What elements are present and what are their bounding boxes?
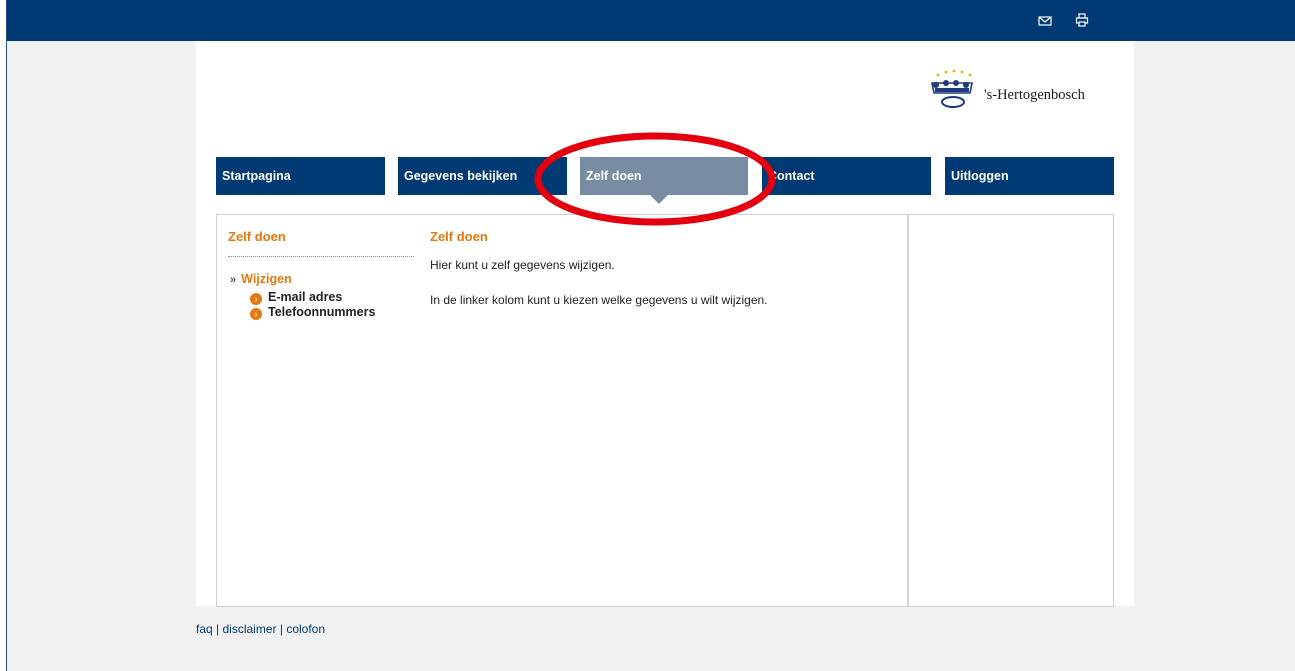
active-tab-pointer bbox=[650, 195, 668, 204]
sidebar-group-wijzigen[interactable]: » Wijzigen bbox=[230, 272, 292, 286]
top-bar bbox=[7, 0, 1295, 41]
chevron-right-icon: › bbox=[250, 308, 262, 320]
footer-link-faq[interactable]: faq bbox=[196, 622, 213, 636]
mail-icon[interactable] bbox=[1038, 15, 1052, 27]
sidebar-item-email-adres[interactable]: › E-mail adres bbox=[250, 290, 342, 305]
chevron-right-icon: › bbox=[250, 293, 262, 305]
sidebar-group-label: Wijzigen bbox=[241, 272, 292, 286]
nav-label: Uitloggen bbox=[951, 169, 1009, 183]
page-container: 's-Hertogenbosch Startpagina Gegevens be… bbox=[196, 41, 1134, 607]
sidebar-item-label: Telefoonnummers bbox=[268, 305, 376, 319]
nav-item-contact[interactable]: Contact bbox=[762, 157, 931, 195]
logo-text: 's-Hertogenbosch bbox=[984, 87, 1085, 103]
nav-label: Contact bbox=[768, 169, 815, 183]
nav-label: Startpagina bbox=[222, 169, 291, 183]
sidebar-item-telefoonnummers[interactable]: › Telefoonnummers bbox=[250, 305, 375, 320]
nav-label: Gegevens bekijken bbox=[404, 169, 518, 183]
nav-item-zelf-doen[interactable]: Zelf doen bbox=[580, 157, 748, 204]
column-divider bbox=[907, 215, 909, 606]
nav-item-startpagina[interactable]: Startpagina bbox=[216, 157, 385, 195]
footer-links: faq | disclaimer | colofon bbox=[196, 622, 325, 636]
sidebar-divider bbox=[228, 256, 414, 257]
main-paragraph: Hier kunt u zelf gegevens wijzigen. bbox=[430, 258, 615, 272]
nav-item-uitloggen[interactable]: Uitloggen bbox=[945, 157, 1114, 195]
nav-item-gegevens-bekijken[interactable]: Gegevens bekijken bbox=[398, 157, 567, 195]
footer-link-colofon[interactable]: colofon bbox=[286, 622, 325, 636]
main-paragraph: In de linker kolom kunt u kiezen welke g… bbox=[430, 293, 768, 307]
crown-icon bbox=[931, 69, 973, 108]
site-logo[interactable]: 's-Hertogenbosch bbox=[926, 69, 1126, 119]
sidebar-title: Zelf doen bbox=[228, 229, 286, 244]
footer-separator: | bbox=[279, 622, 283, 636]
footer-link-disclaimer[interactable]: disclaimer bbox=[223, 622, 277, 636]
main-title: Zelf doen bbox=[430, 229, 488, 244]
window-left-frame bbox=[0, 0, 7, 671]
raquo-icon: » bbox=[230, 274, 237, 286]
sidebar-item-label: E-mail adres bbox=[268, 290, 343, 304]
content-panel: Zelf doen » Wijzigen › E-mail adres › Telef… bbox=[216, 214, 1114, 607]
footer-separator: | bbox=[216, 622, 220, 636]
print-icon[interactable] bbox=[1075, 13, 1089, 27]
nav-label: Zelf doen bbox=[586, 169, 642, 183]
